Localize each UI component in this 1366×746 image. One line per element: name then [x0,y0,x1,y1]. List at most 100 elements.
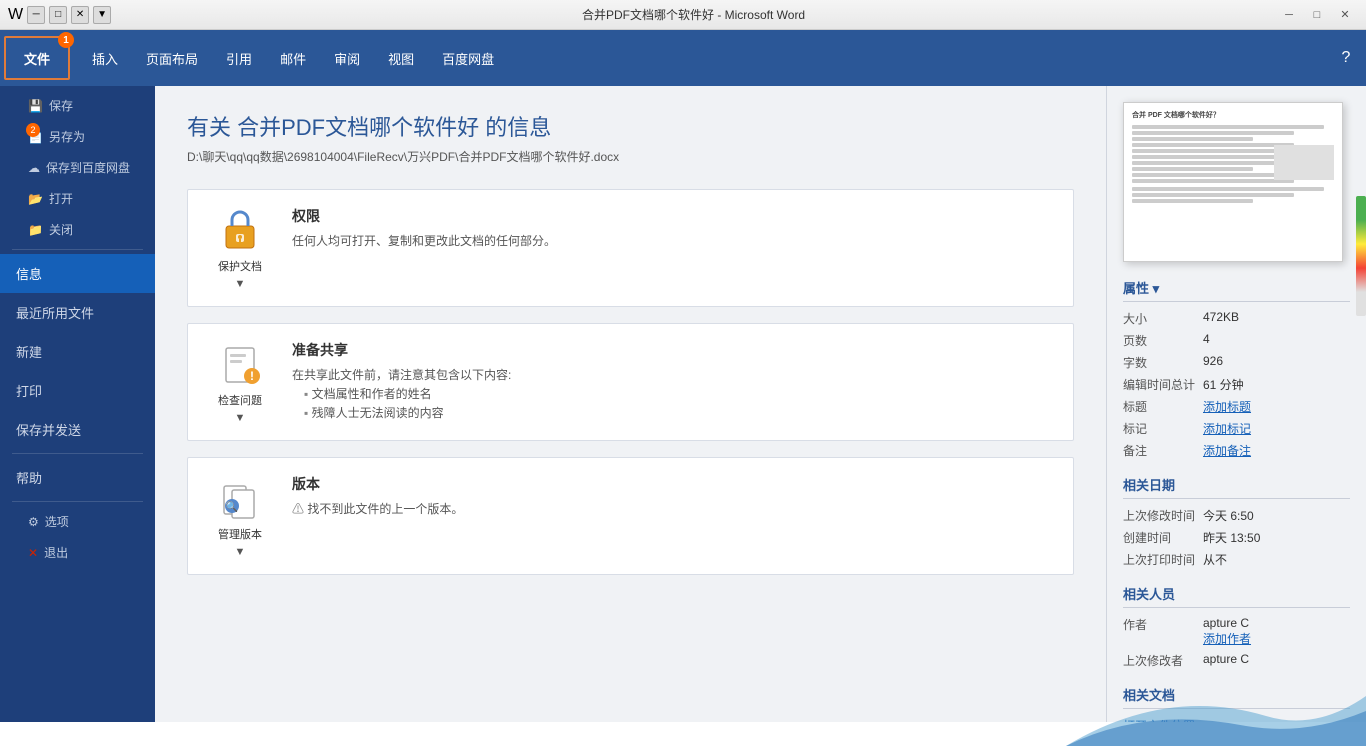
properties-title[interactable]: 属性 ▾ [1123,278,1350,302]
related-people-title: 相关人员 [1123,584,1350,608]
person-last-modified: 上次修改者 apture C [1123,652,1350,669]
prop-label-notes: 备注 [1123,442,1203,459]
protect-doc-label: 保护文档 [218,258,262,274]
close-button[interactable]: ✕ [1332,5,1358,25]
tab-page-layout[interactable]: 页面布局 [132,30,212,86]
sidebar-item-options[interactable]: ⚙ 选项 [0,506,155,537]
ribbon: 文件 1 插入 页面布局 引用 邮件 审阅 视图 百度网盘 ? [0,30,1366,86]
ribbon-help-btn[interactable]: ? [1334,46,1358,70]
customize-quick-access-btn[interactable]: ▼ [93,6,111,24]
permissions-content: 权限 任何人均可打开、复制和更改此文档的任何部分。 [292,206,1053,251]
preview-line [1132,161,1294,165]
tab-baidu[interactable]: 百度网盘 [428,30,508,86]
permissions-icon-box: 保护文档 ▼ [208,206,272,290]
sidebar-item-save-send[interactable]: 保存并发送 [0,410,155,449]
prop-value-tags[interactable]: 添加标记 [1203,420,1350,437]
person-author: 作者 apture C 添加作者 [1123,616,1350,647]
preview-line [1132,143,1294,147]
manage-versions-label: 管理版本 [218,526,262,542]
sidebar-divider-2 [12,453,143,454]
preview-line [1132,187,1324,191]
open-icon: 📂 [28,192,43,206]
add-author-link[interactable]: 添加作者 [1203,630,1350,647]
ribbon-right: ? [1334,30,1366,86]
prop-value-size: 472KB [1203,310,1350,327]
save-icon: 💾 [28,99,43,113]
app-icon: W [8,6,23,24]
prop-label-size: 大小 [1123,310,1203,327]
prop-label-edittime: 编辑时间总计 [1123,376,1203,393]
protect-doc-btn[interactable]: ▼ [235,278,246,290]
related-docs-section: 相关文档 打开文件位置 显示所有属性 [1123,685,1350,722]
open-file-location-link[interactable]: 打开文件位置 [1123,717,1350,722]
permissions-title: 权限 [292,206,1053,226]
svg-text:🔍: 🔍 [226,500,238,513]
date-modified-value: 今天 6:50 [1203,507,1350,524]
date-printed-value: 从不 [1203,551,1350,568]
share-section: ! 检查问题 ▼ 准备共享 在共享此文件前，请注意其包含以下内容: 文档属性和作… [187,323,1074,441]
prop-label-title: 标题 [1123,398,1203,415]
sidebar-item-save[interactable]: 💾 保存 [0,90,155,121]
date-created-value: 昨天 13:50 [1203,529,1350,546]
author-value: apture C 添加作者 [1203,616,1350,647]
date-printed: 上次打印时间 从不 [1123,551,1350,568]
preview-line [1132,193,1294,197]
preview-line [1132,125,1324,129]
sidebar-item-save-baidu[interactable]: ☁ 保存到百度网盘 [0,152,155,183]
tab-view[interactable]: 视图 [374,30,428,86]
minimize-quick-btn[interactable]: ─ [27,6,45,24]
check-issues-label: 检查问题 [218,392,262,408]
preview-line [1132,167,1253,171]
preview-image [1274,145,1334,180]
prop-words: 字数 926 [1123,354,1350,371]
sidebar-item-help[interactable]: 帮助 [0,458,155,497]
sidebar-item-new[interactable]: 新建 [0,332,155,371]
sidebar-item-open[interactable]: 📂 打开 [0,183,155,214]
maximize-button[interactable]: □ [1304,5,1330,25]
related-docs-title: 相关文档 [1123,685,1350,709]
prop-notes: 备注 添加备注 [1123,442,1350,459]
tab-mailings[interactable]: 邮件 [266,30,320,86]
share-content: 准备共享 在共享此文件前，请注意其包含以下内容: 文档属性和作者的姓名 残障人士… [292,340,1053,424]
share-item-2: 残障人士无法阅读的内容 [304,404,1053,423]
window-title: 合并PDF文档哪个软件好 - Microsoft Word [111,6,1276,23]
close-quick-btn[interactable]: ✕ [71,6,89,24]
date-modified-label: 上次修改时间 [1123,507,1203,524]
prop-value-title[interactable]: 添加标题 [1203,398,1350,415]
tab-review[interactable]: 审阅 [320,30,374,86]
restore-quick-btn[interactable]: □ [49,6,67,24]
version-text: ⚠ 找不到此文件的上一个版本。 [292,500,1053,519]
sidebar-item-print[interactable]: 打印 [0,371,155,410]
document-preview: 合并 PDF 文档哪个软件好？ [1123,102,1343,262]
date-created-label: 创建时间 [1123,529,1203,546]
sidebar: 💾 保存 📄 另存为 2 ☁ 保存到百度网盘 📂 打开 📁 关闭 信息 最近所用… [0,86,155,722]
sidebar-item-save-as[interactable]: 📄 另存为 2 [0,121,155,152]
prop-value-edittime: 61 分钟 [1203,376,1350,393]
check-issues-btn[interactable]: ▼ [235,412,246,424]
prop-value-pages: 4 [1203,332,1350,349]
prop-label-words: 字数 [1123,354,1203,371]
version-title: 版本 [292,474,1053,494]
sidebar-item-close[interactable]: 📁 关闭 [0,214,155,245]
right-edge-indicator [1356,196,1366,316]
prop-edittime: 编辑时间总计 61 分钟 [1123,376,1350,393]
tab-references[interactable]: 引用 [212,30,266,86]
ribbon-tabs: 插入 页面布局 引用 邮件 审阅 视图 百度网盘 [74,30,508,86]
minimize-button[interactable]: ─ [1276,5,1302,25]
preview-line [1132,179,1294,183]
sidebar-divider-1 [12,249,143,250]
author-label: 作者 [1123,616,1203,647]
manage-versions-icon: 🔍 [216,474,264,522]
file-tab-badge: 1 [58,32,74,48]
manage-versions-btn[interactable]: ▼ [235,546,246,558]
prop-pages: 页数 4 [1123,332,1350,349]
prop-value-notes[interactable]: 添加备注 [1203,442,1350,459]
content-area: 有关 合并PDF文档哪个软件好 的信息 D:\聊天\qq\qq数据\269810… [155,86,1106,722]
sidebar-item-info[interactable]: 信息 [0,254,155,293]
file-tab[interactable]: 文件 1 [4,36,70,80]
sidebar-item-recent[interactable]: 最近所用文件 [0,293,155,332]
date-modified: 上次修改时间 今天 6:50 [1123,507,1350,524]
sidebar-divider-3 [12,501,143,502]
tab-insert[interactable]: 插入 [78,30,132,86]
sidebar-item-exit[interactable]: ✕ 退出 [0,537,155,568]
